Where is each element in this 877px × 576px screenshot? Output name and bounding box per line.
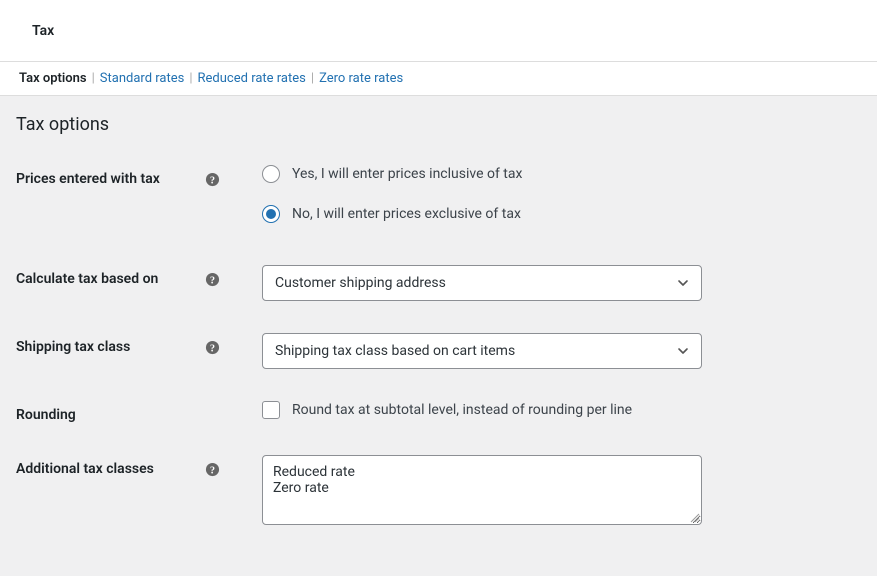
settings-content: Tax options Prices entered with tax ? Ye…: [0, 96, 877, 543]
row-additional-classes: Additional tax classes ? Reduced rate Ze…: [16, 455, 861, 525]
label-calc-tax: Calculate tax based on ?: [16, 265, 246, 287]
radio-circle-icon: [262, 165, 280, 183]
help-icon[interactable]: ?: [204, 339, 220, 355]
tab-tax-options[interactable]: Tax options: [16, 71, 90, 86]
checkbox-rounding[interactable]: Round tax at subtotal level, instead of …: [262, 401, 861, 419]
control-rounding: Round tax at subtotal level, instead of …: [246, 401, 861, 419]
chevron-down-icon: [677, 277, 689, 289]
svg-text:?: ?: [209, 343, 214, 354]
row-calc-tax: Calculate tax based on ? Customer shippi…: [16, 265, 861, 301]
select-calc-tax[interactable]: Customer shipping address: [262, 265, 702, 301]
control-additional-classes: Reduced rate Zero rate: [246, 455, 861, 525]
tab-reduced-rate[interactable]: Reduced rate rates: [195, 71, 309, 86]
row-shipping-tax: Shipping tax class ? Shipping tax class …: [16, 333, 861, 369]
radio-group-prices: Yes, I will enter prices inclusive of ta…: [262, 165, 861, 223]
label-additional-classes: Additional tax classes ?: [16, 455, 246, 477]
section-title: Tax options: [16, 114, 861, 135]
label-text: Additional tax classes: [16, 461, 154, 477]
chevron-down-icon: [677, 345, 689, 357]
tab-standard-rates[interactable]: Standard rates: [97, 71, 188, 86]
row-prices-entered: Prices entered with tax ? Yes, I will en…: [16, 165, 861, 223]
label-rounding: Rounding: [16, 401, 246, 423]
row-rounding: Rounding Round tax at subtotal level, in…: [16, 401, 861, 423]
separator: |: [92, 71, 95, 86]
select-value: Shipping tax class based on cart items: [275, 343, 515, 359]
label-shipping-tax: Shipping tax class ?: [16, 333, 246, 355]
label-prices-entered: Prices entered with tax ?: [16, 165, 246, 187]
radio-label: No, I will enter prices exclusive of tax: [292, 206, 521, 222]
control-calc-tax: Customer shipping address: [246, 265, 861, 301]
separator: |: [311, 71, 314, 86]
svg-text:?: ?: [209, 465, 214, 476]
label-text: Rounding: [16, 407, 76, 423]
page-header: Tax: [0, 0, 877, 62]
label-text: Prices entered with tax: [16, 171, 160, 187]
page-title: Tax: [32, 23, 54, 39]
sub-tab-nav: Tax options | Standard rates | Reduced r…: [0, 62, 877, 96]
svg-text:?: ?: [209, 175, 214, 186]
textarea-additional-classes[interactable]: Reduced rate Zero rate: [262, 455, 702, 525]
control-prices-entered: Yes, I will enter prices inclusive of ta…: [246, 165, 861, 223]
svg-text:?: ?: [209, 275, 214, 286]
radio-label: Yes, I will enter prices inclusive of ta…: [292, 166, 522, 182]
checkbox-box-icon: [262, 401, 280, 419]
radio-inclusive[interactable]: Yes, I will enter prices inclusive of ta…: [262, 165, 861, 183]
control-shipping-tax: Shipping tax class based on cart items: [246, 333, 861, 369]
checkbox-label: Round tax at subtotal level, instead of …: [292, 402, 632, 418]
select-value: Customer shipping address: [275, 275, 446, 291]
radio-circle-icon: [262, 205, 280, 223]
help-icon[interactable]: ?: [204, 271, 220, 287]
separator: |: [189, 71, 192, 86]
label-text: Calculate tax based on: [16, 271, 158, 287]
help-icon[interactable]: ?: [204, 461, 220, 477]
tab-zero-rate[interactable]: Zero rate rates: [316, 71, 406, 86]
help-icon[interactable]: ?: [204, 171, 220, 187]
radio-exclusive[interactable]: No, I will enter prices exclusive of tax: [262, 205, 861, 223]
label-text: Shipping tax class: [16, 339, 130, 355]
select-shipping-tax[interactable]: Shipping tax class based on cart items: [262, 333, 702, 369]
